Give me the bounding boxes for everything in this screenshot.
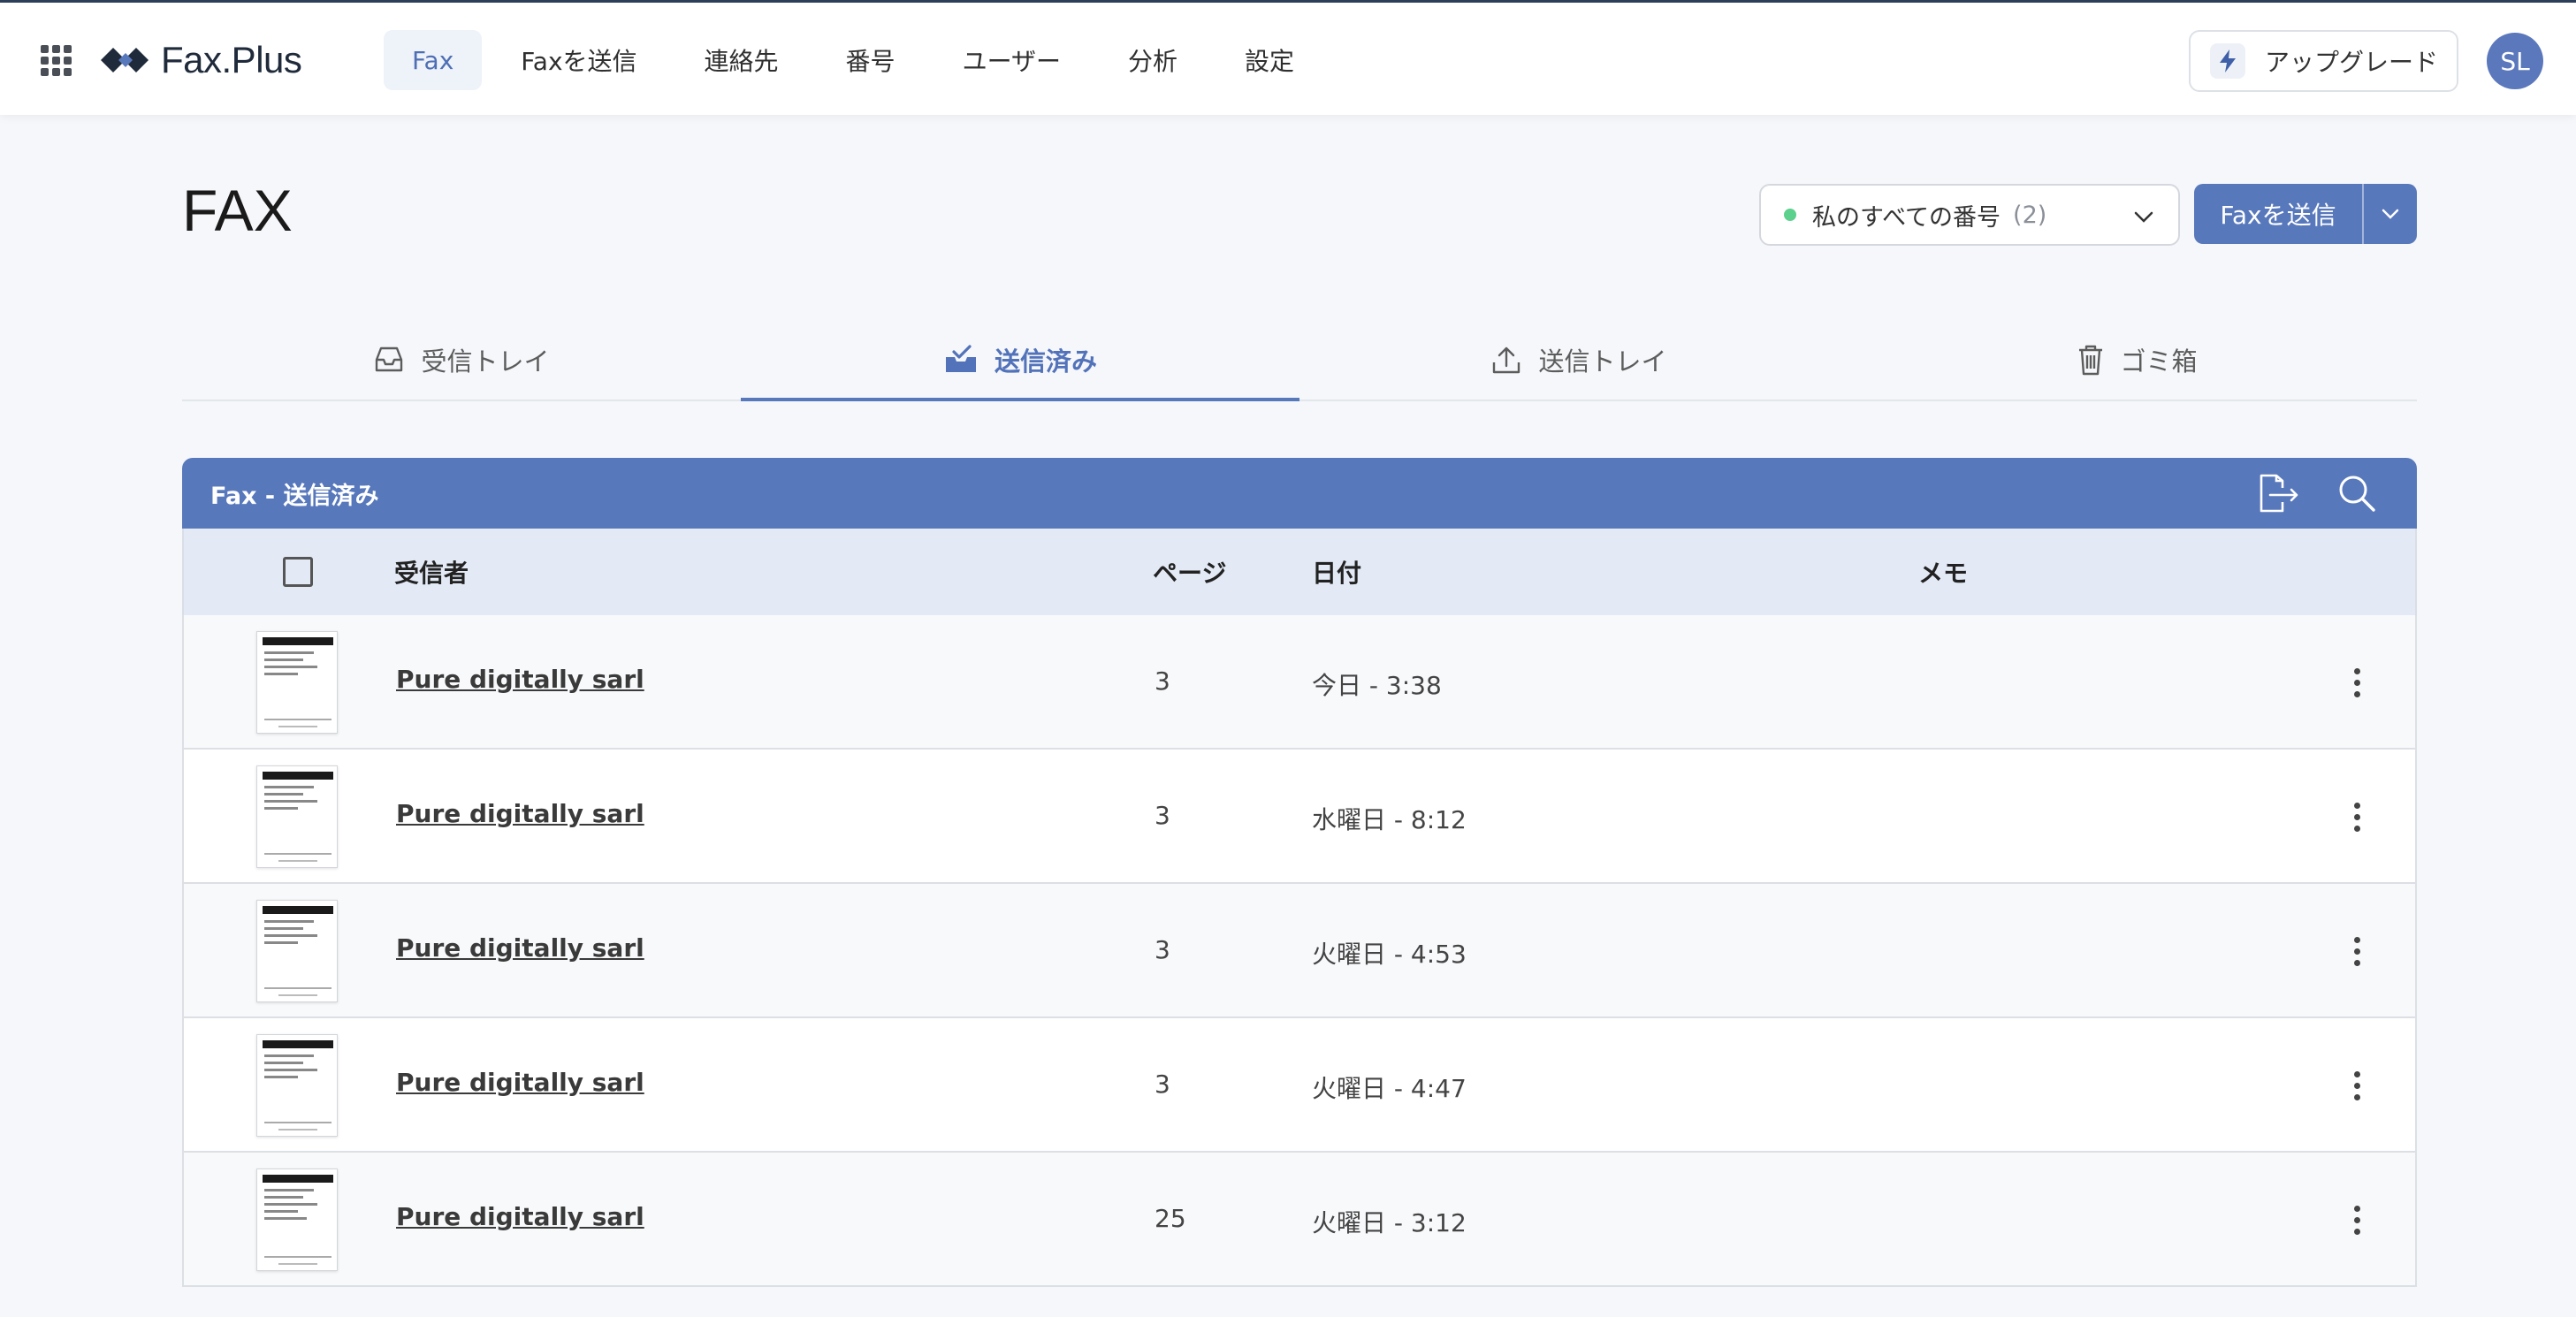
brand-logo[interactable]: Fax.Plus: [99, 38, 302, 82]
fax-date: 火曜日 - 4:47: [1312, 1074, 1467, 1103]
page-title: FAX: [182, 178, 293, 243]
tab-sent[interactable]: 送信済み: [741, 320, 1299, 401]
recipient-link[interactable]: Pure digitally sarl: [396, 1068, 644, 1097]
table-row[interactable]: Pure digitally sarl 25 火曜日 - 3:12: [182, 1153, 2417, 1287]
nav-item-send-fax[interactable]: Faxを送信: [492, 30, 665, 90]
sent-fax-table: Fax - 送信済み 受信者 ページ 日付 メモ Pure digitally …: [182, 458, 2417, 1289]
nav-item-analytics[interactable]: 分析: [1100, 30, 1206, 90]
fax-thumbnail[interactable]: [256, 900, 338, 1002]
tab-inbox-label: 受信トレイ: [421, 346, 550, 377]
table-row[interactable]: Pure digitally sarl 3 火曜日 - 4:53: [182, 884, 2417, 1018]
nav-item-users[interactable]: ユーザー: [934, 30, 1089, 90]
export-icon[interactable]: [2258, 474, 2300, 513]
page-count: 25: [1155, 1204, 1186, 1233]
select-all-checkbox[interactable]: [283, 557, 313, 587]
tab-trash-label: ゴミ箱: [2120, 346, 2198, 377]
row-more-options-icon[interactable]: [2339, 794, 2374, 840]
chevron-down-icon: [2382, 209, 2399, 219]
number-filter-count: (2): [2013, 201, 2047, 229]
tab-sent-label: 送信済み: [994, 346, 1097, 377]
recipient-link[interactable]: Pure digitally sarl: [396, 665, 644, 694]
nav-item-numbers[interactable]: 番号: [818, 30, 924, 90]
apps-grid-icon[interactable]: [41, 45, 72, 77]
page-count: 3: [1155, 801, 1170, 830]
recipient-link[interactable]: Pure digitally sarl: [396, 933, 644, 963]
row-more-options-icon[interactable]: [2339, 928, 2374, 974]
column-header-memo: メモ: [1918, 559, 1969, 588]
table-title: Fax - 送信済み: [210, 482, 379, 510]
column-header-pages[interactable]: ページ: [1153, 554, 1226, 590]
sent-check-icon: [945, 345, 976, 372]
bolt-icon: [2210, 43, 2245, 79]
row-more-options-icon[interactable]: [2339, 1062, 2374, 1108]
avatar[interactable]: SL: [2487, 33, 2543, 89]
nav-item-fax[interactable]: Fax: [384, 30, 483, 90]
send-fax-button-group: Faxを送信: [2194, 184, 2417, 244]
tab-outbox[interactable]: 送信トレイ: [1299, 320, 1858, 400]
fax-date: 今日 - 3:38: [1312, 671, 1442, 700]
row-more-options-icon[interactable]: [2339, 1197, 2374, 1243]
number-filter-label: 私のすべての番号: [1812, 203, 2001, 232]
fax-thumbnail[interactable]: [256, 631, 338, 734]
upload-icon: [1493, 346, 1520, 374]
table-header-bar: Fax - 送信済み: [182, 458, 2417, 529]
fax-thumbnail[interactable]: [256, 765, 338, 868]
upgrade-label: アップグレード: [2265, 48, 2439, 77]
send-fax-button[interactable]: Faxを送信: [2194, 184, 2362, 244]
tab-outbox-label: 送信トレイ: [1538, 346, 1667, 377]
tab-inbox[interactable]: 受信トレイ: [182, 320, 741, 400]
search-icon[interactable]: [2337, 474, 2376, 513]
table-column-headers: 受信者 ページ 日付 メモ: [182, 529, 2417, 615]
table-row[interactable]: Pure digitally sarl 3 火曜日 - 4:47: [182, 1018, 2417, 1153]
column-header-recipient[interactable]: 受信者: [394, 554, 469, 590]
fax-thumbnail[interactable]: [256, 1169, 338, 1271]
fax-date: 水曜日 - 8:12: [1312, 805, 1467, 834]
page-count: 3: [1155, 1070, 1170, 1099]
trash-icon: [2079, 345, 2103, 376]
page-count: 3: [1155, 935, 1170, 964]
fax-date: 火曜日 - 4:53: [1312, 940, 1467, 969]
nav-item-contacts[interactable]: 連絡先: [676, 30, 807, 90]
fax-folder-tabs: 受信トレイ 送信済み 送信トレイ ゴミ箱: [182, 320, 2417, 401]
recipient-link[interactable]: Pure digitally sarl: [396, 1202, 644, 1231]
brand-name: Fax.Plus: [161, 39, 302, 80]
top-navigation-bar: Fax.Plus Fax Faxを送信 連絡先 番号 ユーザー 分析 設定 アッ…: [0, 0, 2576, 115]
chevron-down-icon: [2134, 211, 2153, 223]
fax-date: 火曜日 - 3:12: [1312, 1208, 1467, 1237]
row-more-options-icon[interactable]: [2339, 659, 2374, 705]
page-count: 3: [1155, 666, 1170, 696]
send-fax-dropdown-button[interactable]: [2362, 184, 2417, 244]
main-nav: Fax Faxを送信 連絡先 番号 ユーザー 分析 設定: [384, 30, 1333, 90]
recipient-link[interactable]: Pure digitally sarl: [396, 799, 644, 828]
column-header-date[interactable]: 日付: [1312, 554, 1361, 590]
tab-trash[interactable]: ゴミ箱: [1858, 320, 2417, 400]
upgrade-button[interactable]: アップグレード: [2189, 30, 2458, 92]
fax-thumbnail[interactable]: [256, 1034, 338, 1137]
number-filter-select[interactable]: 私のすべての番号 (2): [1759, 184, 2180, 246]
nav-item-settings[interactable]: 設定: [1216, 30, 1322, 90]
fax-plus-logo-icon: [101, 48, 149, 72]
table-row[interactable]: Pure digitally sarl 3 今日 - 3:38: [182, 615, 2417, 750]
status-dot: [1784, 209, 1796, 221]
inbox-icon: [376, 346, 403, 372]
table-row[interactable]: Pure digitally sarl 3 水曜日 - 8:12: [182, 750, 2417, 884]
